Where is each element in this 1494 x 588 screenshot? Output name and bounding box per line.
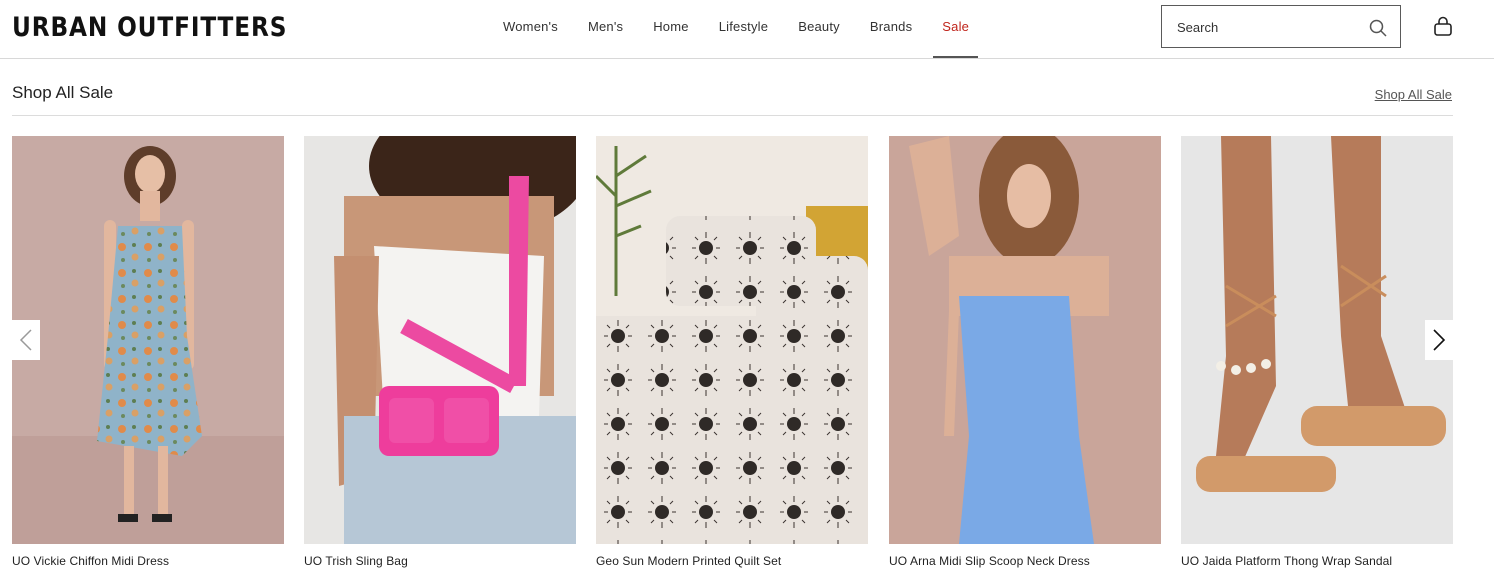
product-name[interactable]: UO Vickie Chiffon Midi Dress	[12, 554, 169, 568]
nav-mens[interactable]: Men's	[573, 0, 638, 58]
product-image-floral-dress[interactable]	[12, 136, 284, 544]
product-name[interactable]: UO Trish Sling Bag	[304, 554, 408, 568]
nav-home[interactable]: Home	[638, 0, 703, 58]
product-name[interactable]: UO Jaida Platform Thong Wrap Sandal	[1181, 554, 1392, 568]
main-nav: Women's Men's Home Lifestyle Beauty Bran…	[488, 0, 984, 58]
product-image-sling-bag[interactable]	[304, 136, 576, 544]
nav-lifestyle[interactable]: Lifestyle	[704, 0, 784, 58]
nav-brands[interactable]: Brands	[855, 0, 927, 58]
product-card[interactable]: UO Vickie Chiffon Midi Dress	[12, 136, 284, 568]
product-name[interactable]: UO Arna Midi Slip Scoop Neck Dress	[889, 554, 1090, 568]
section-title: Shop All Sale	[12, 83, 114, 102]
product-card[interactable]: UO Trish Sling Bag	[304, 136, 576, 568]
shopping-bag-icon[interactable]	[1431, 15, 1455, 39]
product-card[interactable]: UO Arna Midi Slip Scoop Neck Dress	[889, 136, 1161, 568]
site-header: URBAN OUTFITTERS Women's Men's Home Life…	[0, 0, 1494, 59]
search-input[interactable]	[1177, 18, 1357, 36]
nav-sale[interactable]: Sale	[927, 0, 984, 58]
search-box	[1161, 5, 1401, 48]
carousel-next-button[interactable]	[1425, 320, 1453, 360]
carousel-prev-button[interactable]	[12, 320, 40, 360]
shop-all-sale-link[interactable]: Shop All Sale	[1375, 87, 1452, 102]
product-name[interactable]: Geo Sun Modern Printed Quilt Set	[596, 554, 781, 568]
product-image-platform-sandal[interactable]	[1181, 136, 1453, 544]
nav-beauty[interactable]: Beauty	[783, 0, 855, 58]
product-image-quilt-set[interactable]	[596, 136, 868, 544]
search-icon[interactable]	[1368, 18, 1388, 38]
product-image-slip-dress[interactable]	[889, 136, 1161, 544]
brand-logo[interactable]: URBAN OUTFITTERS	[12, 10, 287, 46]
chevron-left-icon	[19, 329, 32, 351]
product-card[interactable]: Geo Sun Modern Printed Quilt Set	[596, 136, 868, 568]
section-divider	[12, 115, 1453, 116]
chevron-right-icon	[1433, 329, 1446, 351]
nav-womens[interactable]: Women's	[488, 0, 573, 58]
product-card[interactable]: UO Jaida Platform Thong Wrap Sandal	[1181, 136, 1453, 568]
